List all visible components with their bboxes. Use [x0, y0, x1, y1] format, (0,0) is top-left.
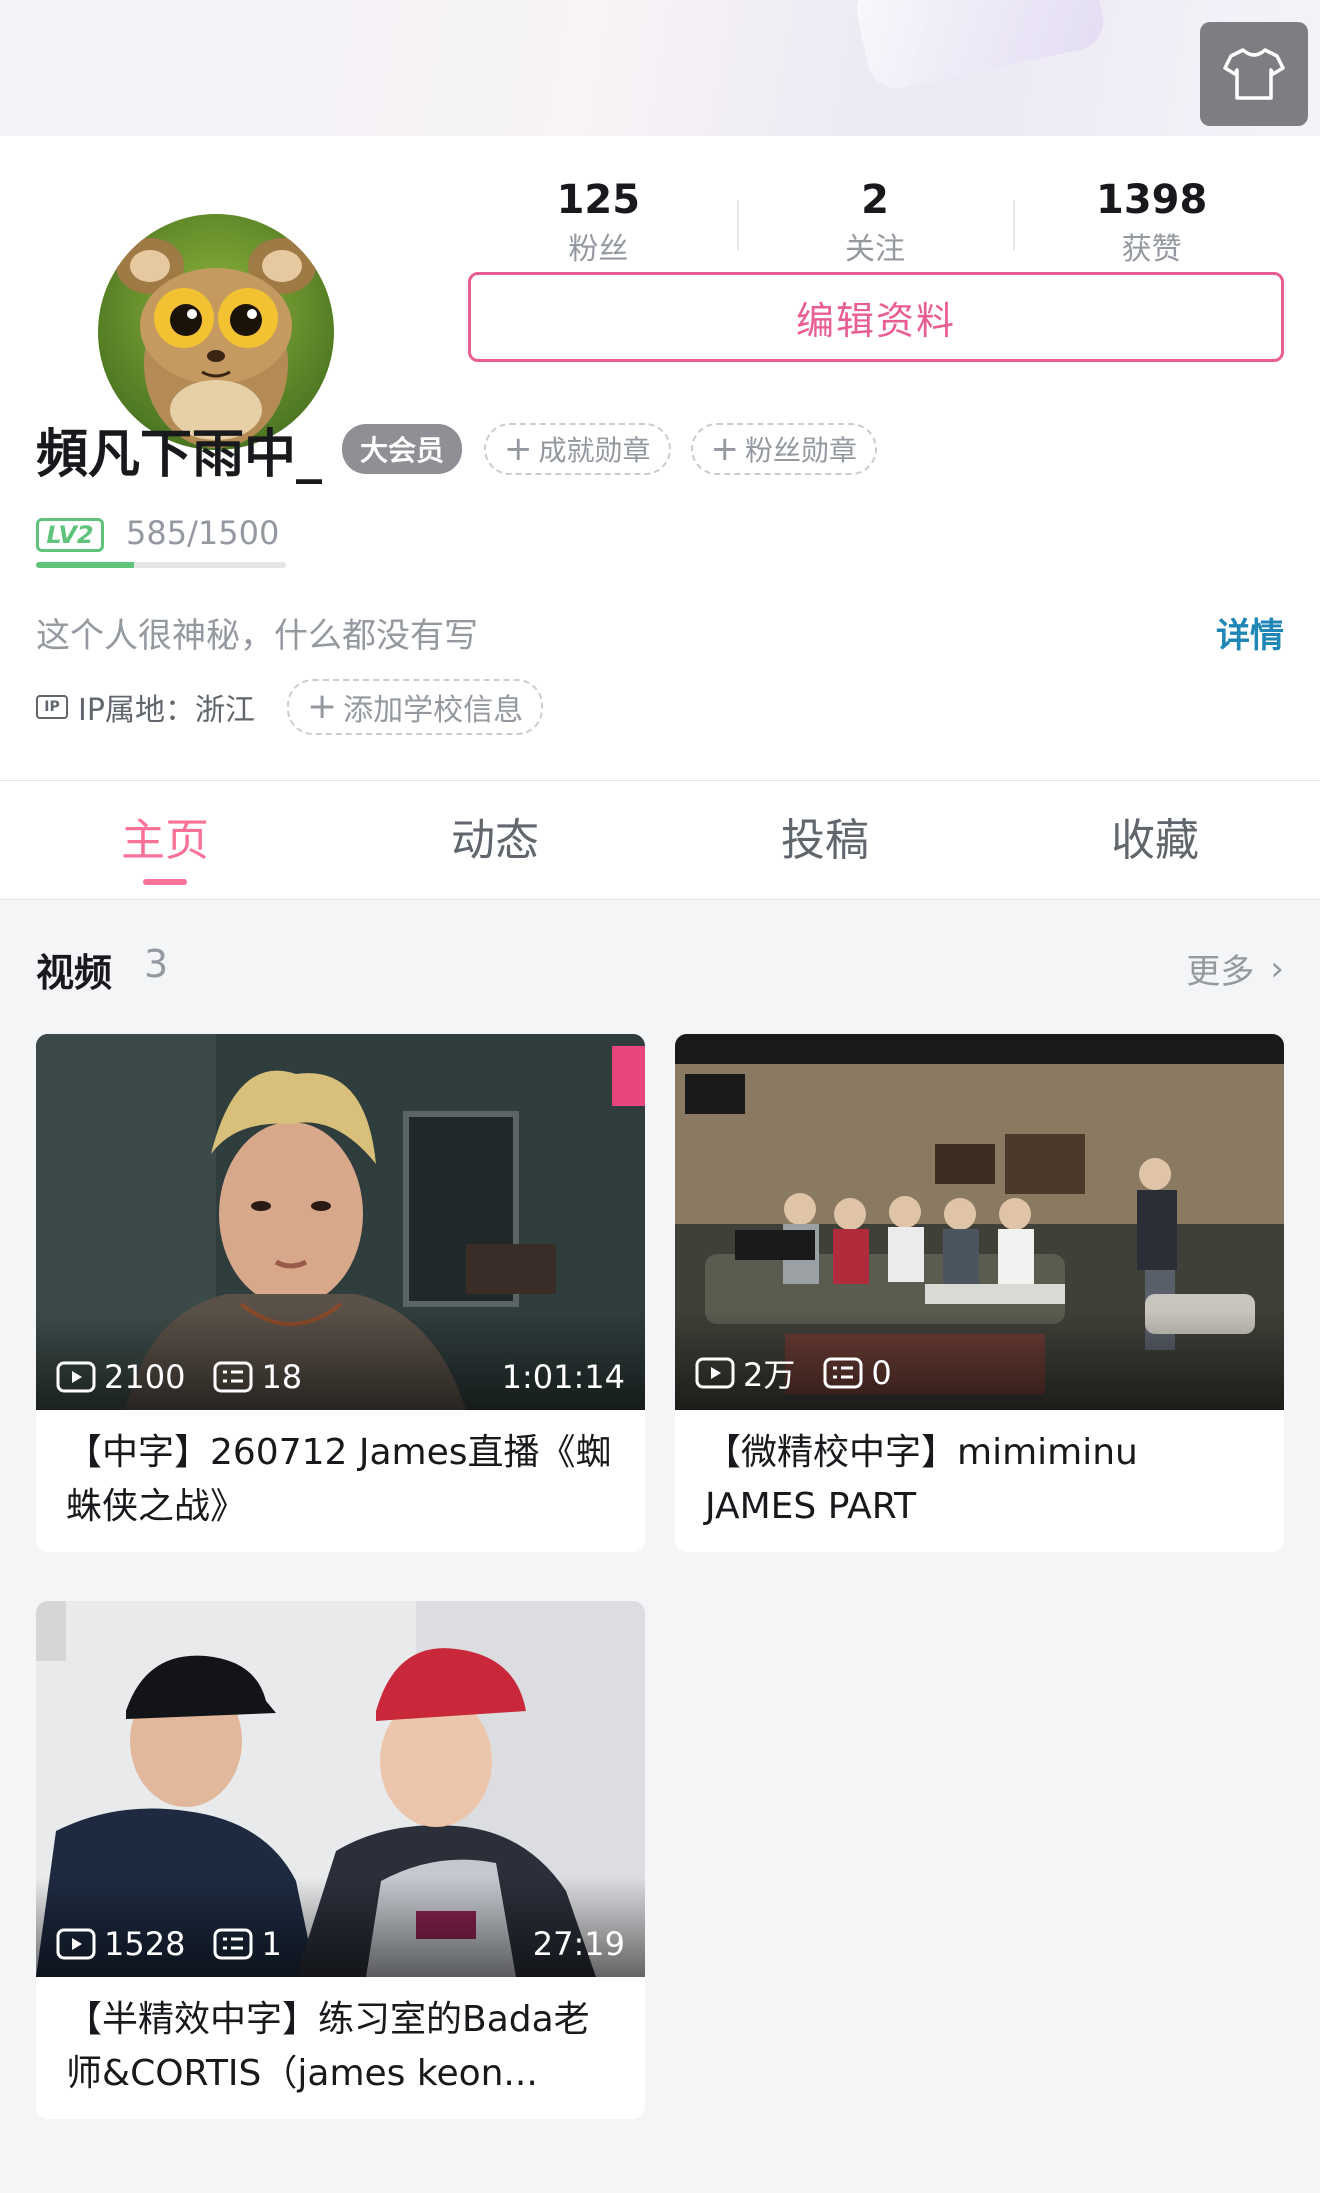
t-shirt-icon: [1223, 48, 1285, 100]
fan-badge-button[interactable]: + 粉丝勋章: [690, 423, 878, 475]
section-title: 视频: [36, 951, 113, 995]
video-card[interactable]: 1528 1 27:19 【半精效中字】练习室的Bada老师&CORTIS（ja…: [36, 1601, 645, 2119]
profile-tabs: 主页 动态 投稿 收藏: [0, 780, 1320, 900]
vip-badge[interactable]: 大会员: [342, 424, 463, 474]
profile-card: 125 粉丝 2 关注 1398 获赞 编辑资料 頻凡下雨中_ 大会员 + 成就…: [0, 136, 1320, 780]
video-meta-overlay: 2万 0: [675, 1310, 1284, 1410]
video-meta-overlay: 1528 1 27:19: [36, 1877, 645, 1977]
banner-decoration: [851, 0, 1109, 94]
tab-dynamic[interactable]: 动态: [330, 781, 660, 899]
play-count: 2100: [56, 1358, 185, 1396]
detail-link[interactable]: 详情: [1216, 608, 1284, 657]
level-badge: LV2: [36, 518, 104, 552]
ip-row: IP IP属地：浙江 + 添加学校信息: [36, 679, 544, 735]
plus-icon: +: [710, 429, 740, 469]
comment-count-value: 18: [261, 1358, 303, 1396]
likes-count: 1398: [1096, 177, 1208, 223]
ip-location: IP属地：浙江: [78, 693, 255, 728]
followers-label: 粉丝: [568, 232, 629, 267]
name-row: 頻凡下雨中_ 大会员 + 成就勋章 + 粉丝勋章: [36, 414, 897, 485]
comment-count: 1: [213, 1925, 282, 1963]
tab-uploads[interactable]: 投稿: [660, 781, 990, 899]
danmaku-icon: [213, 1928, 253, 1960]
chevron-right-icon: ›: [1270, 948, 1284, 989]
achievement-badge-label: 成就勋章: [538, 434, 651, 467]
tab-home[interactable]: 主页: [0, 781, 330, 899]
video-duration: 27:19: [532, 1925, 625, 1963]
comment-count: 0: [823, 1354, 892, 1392]
comment-count-value: 0: [871, 1354, 892, 1392]
video-card[interactable]: 2100 18 1:01:14 【中字】260712 James直播《蜘蛛侠之战…: [36, 1034, 645, 1552]
video-title[interactable]: 【中字】260712 James直播《蜘蛛侠之战》: [36, 1410, 645, 1552]
username: 頻凡下雨中_: [36, 424, 323, 485]
more-label: 更多: [1186, 952, 1255, 992]
play-icon: [56, 1361, 96, 1393]
comment-count-value: 1: [261, 1925, 282, 1963]
comment-count: 18: [213, 1358, 302, 1396]
likes-label: 获赞: [1121, 232, 1182, 267]
danmaku-icon: [213, 1361, 253, 1393]
play-count-value: 2100: [104, 1358, 186, 1396]
likes-stat[interactable]: 1398 获赞: [1013, 158, 1290, 278]
exp-progress-fill: [36, 562, 134, 568]
videos-section-header: 视频 3 更多 ›: [36, 938, 1284, 998]
play-count: 1528: [56, 1925, 185, 1963]
achievement-badge-button[interactable]: + 成就勋章: [484, 423, 671, 475]
exp-text: 585/1500: [126, 514, 280, 552]
play-count-value: 1528: [104, 1925, 186, 1963]
video-thumbnail[interactable]: 2万 0: [675, 1034, 1284, 1410]
video-card[interactable]: 2万 0 【微精校中字】mimiminu JAMES PART: [675, 1034, 1284, 1552]
plus-icon: +: [306, 686, 338, 727]
plus-icon: +: [504, 429, 533, 469]
more-button[interactable]: 更多 ›: [1186, 944, 1284, 993]
video-duration: 1:01:14: [501, 1358, 625, 1396]
following-count: 2: [861, 177, 889, 223]
play-count-value: 2万: [743, 1356, 796, 1394]
add-school-label: 添加学校信息: [343, 693, 524, 728]
edit-profile-button[interactable]: 编辑资料: [468, 272, 1284, 362]
skin-button[interactable]: [1200, 22, 1308, 126]
video-thumbnail[interactable]: 1528 1 27:19: [36, 1601, 645, 1977]
play-icon: [695, 1357, 735, 1389]
ip-icon: IP: [36, 695, 68, 719]
video-thumbnail[interactable]: 2100 18 1:01:14: [36, 1034, 645, 1410]
section-count: 3: [144, 942, 169, 986]
video-title[interactable]: 【半精效中字】练习室的Bada老师&CORTIS（james keon...: [36, 1977, 645, 2119]
stats-bar: 125 粉丝 2 关注 1398 获赞: [460, 158, 1290, 278]
add-school-button[interactable]: + 添加学校信息: [286, 679, 544, 735]
video-title[interactable]: 【微精校中字】mimiminu JAMES PART: [675, 1410, 1284, 1552]
play-count: 2万: [695, 1350, 795, 1396]
followers-stat[interactable]: 125 粉丝: [460, 158, 737, 278]
following-stat[interactable]: 2 关注: [736, 158, 1014, 278]
followers-count: 125: [556, 177, 641, 223]
play-icon: [56, 1928, 96, 1960]
bio-text: 这个人很神秘，什么都没有写: [36, 616, 478, 656]
following-label: 关注: [845, 232, 905, 267]
video-meta-overlay: 2100 18 1:01:14: [36, 1310, 645, 1410]
exp-progress-bar: [36, 562, 286, 568]
danmaku-icon: [823, 1357, 863, 1389]
fan-badge-label: 粉丝勋章: [745, 434, 858, 467]
tab-favorites[interactable]: 收藏: [990, 781, 1320, 899]
profile-banner: [0, 0, 1320, 136]
